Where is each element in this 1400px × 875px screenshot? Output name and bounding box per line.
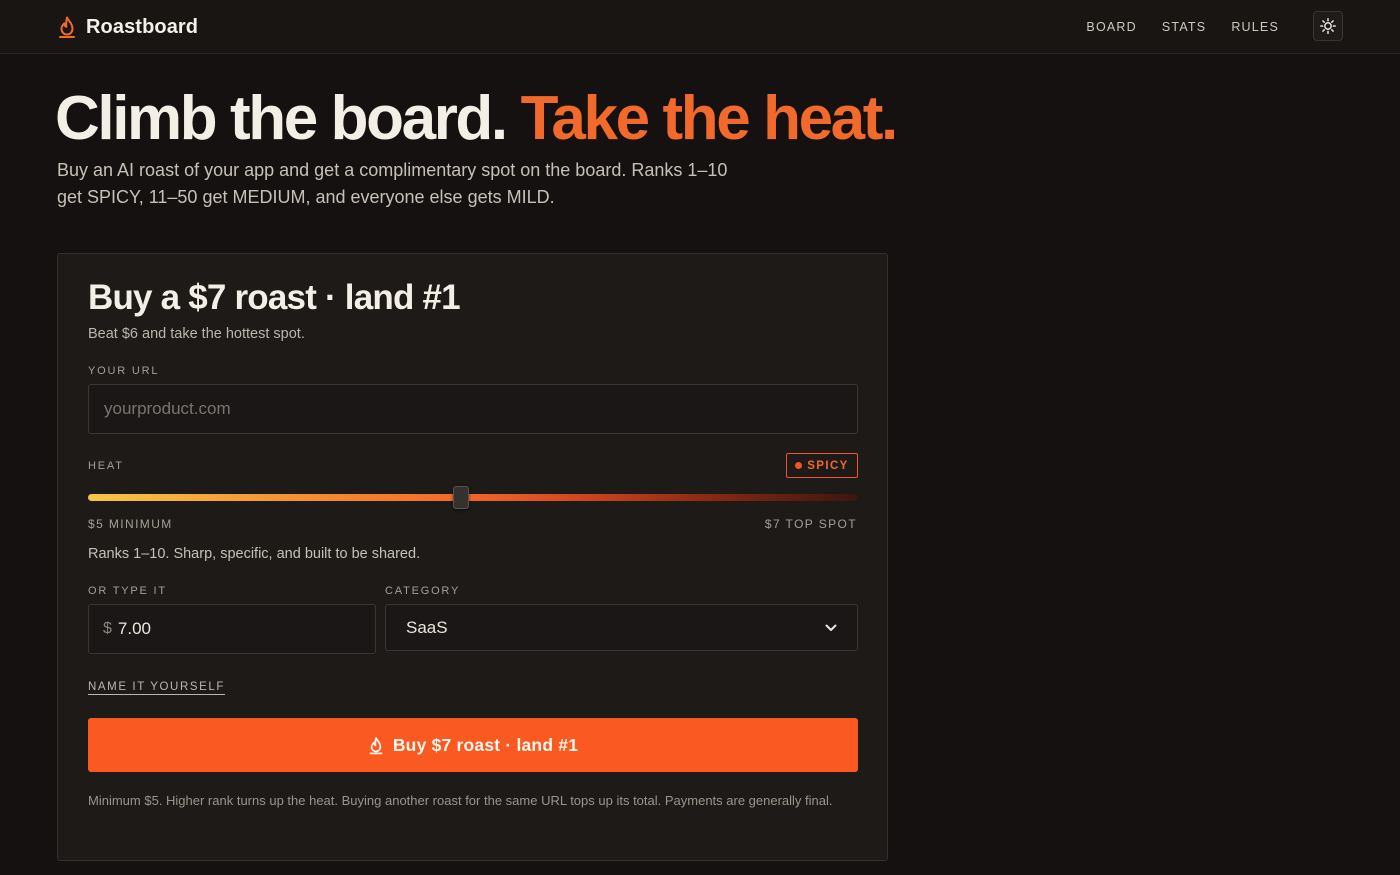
main-nav: BOARD STATS RULES [1086, 0, 1279, 53]
category-selected-value: SaaS [406, 617, 448, 637]
theme-toggle-button[interactable] [1313, 11, 1343, 41]
url-label: YOUR URL [88, 365, 160, 377]
flame-icon [59, 16, 75, 38]
heat-slider-handle[interactable] [453, 486, 470, 509]
currency-symbol: $ [103, 620, 112, 637]
hero-subtitle: Buy an AI roast of your app and get a co… [57, 160, 728, 207]
payment-footnote: Minimum $5. Higher rank turns up the hea… [88, 793, 833, 808]
card-title: Buy a $7 roast · land #1 [88, 278, 461, 317]
hero-title: Climb the board. Take the heat. [55, 84, 899, 154]
hero-title-accent: Take the heat. [520, 84, 899, 153]
badge-dot [795, 462, 803, 469]
card-subtitle: Beat $6 and take the hottest spot. [88, 326, 305, 342]
amount-label: OR TYPE IT [88, 585, 167, 597]
heat-level-badge: SPICY [786, 453, 858, 478]
buy-roast-button-label: Buy $7 roast · land #1 [392, 734, 579, 755]
category-label: CATEGORY [385, 585, 461, 597]
sun-icon [1320, 18, 1336, 34]
heat-label: HEAT [88, 460, 124, 472]
brand[interactable]: Roastboard [57, 14, 198, 40]
category-select[interactable]: SaaS [385, 604, 858, 651]
slider-max-label: $7 TOP SPOT [764, 517, 857, 531]
url-input[interactable] [88, 384, 858, 434]
nav-link-stats[interactable]: STATS [1162, 20, 1206, 34]
nav-link-rules[interactable]: RULES [1231, 20, 1279, 34]
slider-min-label: $5 MINIMUM [88, 517, 173, 531]
heat-level-text: SPICY [807, 459, 849, 472]
flame-icon [369, 736, 383, 754]
heat-description: Ranks 1–10. Sharp, specific, and built t… [88, 546, 421, 562]
hero-title-main: Climb the board. [55, 84, 508, 153]
buy-roast-card: Buy a $7 roast · land #1 Beat $6 and tak… [57, 253, 888, 861]
name-it-yourself-link[interactable]: NAME IT YOURSELF [88, 681, 226, 695]
brand-name: Roastboard [86, 15, 199, 38]
top-bar: Roastboard BOARD STATS RULES [0, 0, 1400, 54]
amount-input[interactable] [117, 619, 358, 639]
heat-slider-track[interactable] [88, 494, 858, 501]
amount-field[interactable]: $ [88, 604, 376, 654]
chevron-down-icon [825, 624, 837, 631]
buy-roast-button[interactable]: Buy $7 roast · land #1 [88, 718, 858, 772]
nav-link-board[interactable]: BOARD [1086, 20, 1136, 34]
